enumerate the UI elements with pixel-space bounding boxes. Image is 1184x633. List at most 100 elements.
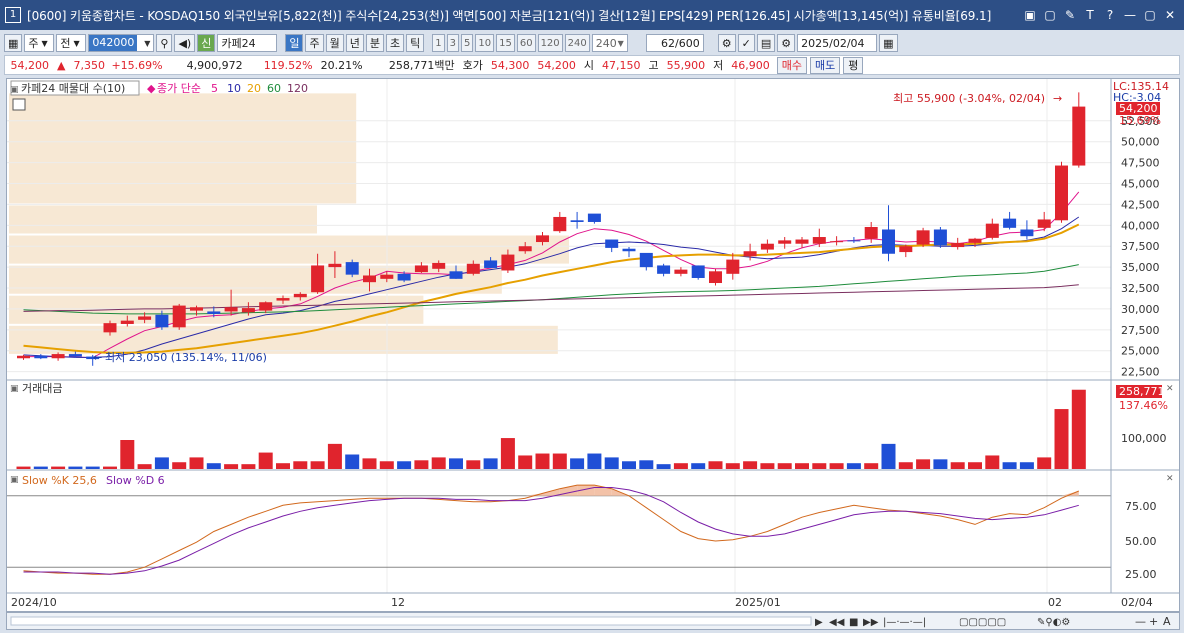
amount-bar	[708, 461, 723, 469]
eval-button[interactable]: 평	[843, 56, 864, 74]
speaker-icon[interactable]: ◀)	[174, 34, 196, 52]
amount-bar	[1037, 457, 1052, 469]
ma-period-20[interactable]: 20	[247, 82, 261, 95]
sell-button[interactable]: 매도	[809, 56, 841, 74]
interval-button[interactable]: 3	[446, 34, 459, 52]
candle-body	[536, 235, 549, 243]
forward-icon[interactable]: ▶▶	[863, 617, 879, 628]
reset-icon[interactable]: A	[1163, 615, 1171, 628]
candle-body	[207, 311, 221, 314]
candle-body	[311, 265, 325, 293]
amount-bar	[68, 466, 83, 469]
interval-button[interactable]: 15	[496, 34, 515, 52]
period-day-button[interactable]: 일	[285, 34, 304, 52]
stock-code-input[interactable]: 042000 ▼	[88, 34, 155, 52]
amount-bar	[604, 457, 619, 469]
date-field[interactable]: 2025/02/04	[797, 34, 878, 52]
price-tick: 47,500	[1121, 157, 1160, 170]
chart-area[interactable]: 52,500 50,000 47,500 45,000 42,500 40,000 37,5…	[6, 78, 1180, 612]
stoch-d-label[interactable]: Slow %D 6	[106, 474, 165, 487]
period-tick-button[interactable]: 틱	[406, 34, 425, 52]
zoom-out-icon[interactable]: —	[1135, 615, 1146, 628]
scroll-track[interactable]	[10, 616, 812, 626]
interval-button[interactable]: 240	[564, 34, 590, 52]
zoom-in-icon[interactable]: +	[1149, 615, 1158, 628]
collapse-icon[interactable]: ▣	[10, 384, 19, 394]
collapse-icon[interactable]: ▣	[10, 85, 19, 95]
volume-title[interactable]: 거래대금	[22, 382, 62, 395]
period-minute-button[interactable]: 분	[365, 34, 384, 52]
amount-bar	[310, 461, 325, 469]
ma-period-10[interactable]: 10	[227, 82, 241, 95]
period-select[interactable]: 주 ▼	[24, 34, 55, 52]
candle-body	[172, 305, 186, 328]
amount-bar	[137, 464, 152, 469]
buy-button[interactable]: 매수	[776, 56, 807, 74]
prev-select[interactable]: 전 ▼	[56, 34, 87, 52]
volume-profile-bar	[9, 205, 317, 234]
price-chart[interactable]: 52,50050,00047,50045,00042,50040,00037,5…	[7, 79, 1179, 611]
amount-bar	[154, 457, 169, 469]
candle-body	[933, 229, 947, 246]
amount-bar	[760, 463, 775, 469]
change-value: 7,350	[73, 58, 105, 72]
period-month-button[interactable]: 월	[325, 34, 344, 52]
price-tick: 50,000	[1121, 136, 1160, 149]
change-rate: +15.69%	[111, 58, 163, 72]
interval-select[interactable]: 240 ▼	[591, 34, 628, 52]
calendar-icon[interactable]: ▦	[879, 34, 898, 52]
tool-icons[interactable]: ✎⚲◐⚙	[1037, 617, 1070, 628]
window-number-icon[interactable]: 1	[5, 7, 21, 23]
amount-bar	[691, 463, 706, 469]
scroll-bar[interactable]: ▶ ◀◀ ■ ▶▶ |—·—·—| ▢▢▢▢▢ ✎⚲◐⚙ — + A	[6, 612, 1180, 630]
help-icon[interactable]: ?	[1102, 7, 1118, 23]
stock-name-field[interactable]: 카페24	[217, 34, 278, 52]
ma-label[interactable]: 종가 단순	[157, 82, 201, 95]
legend-name[interactable]: 카페24 매물대 수(10)	[21, 82, 125, 95]
close-pane-icon[interactable]: ✕	[1166, 384, 1174, 394]
draw-icon[interactable]: ✓	[737, 34, 755, 52]
layout-icons[interactable]: ▢▢▢▢▢	[959, 617, 1006, 628]
count-field[interactable]: 62/600	[645, 34, 704, 52]
save-icon[interactable]: ▤	[756, 34, 776, 52]
ma-period-60[interactable]: 60	[267, 82, 281, 95]
shin-badge[interactable]: 신	[197, 34, 216, 52]
scroll-right-icon[interactable]: ▶	[815, 617, 823, 628]
text-icon[interactable]: T	[1082, 7, 1098, 23]
close-icon[interactable]: ✕	[1162, 7, 1178, 23]
rewind-icon[interactable]: ◀◀	[829, 617, 845, 628]
interval-button[interactable]: 5	[460, 34, 474, 52]
ma-period-120[interactable]: 120	[287, 82, 308, 95]
table-icon[interactable]	[12, 98, 26, 111]
interval-button[interactable]: 120	[537, 34, 563, 52]
window-title: [0600] 키움종합차트 - KOSDAQ150 외국인보유[5,822(천)…	[27, 8, 992, 23]
close-pane-icon[interactable]: ✕	[1166, 474, 1174, 484]
collapse-icon[interactable]: ▣	[10, 475, 19, 485]
interval-button[interactable]: 10	[475, 34, 495, 52]
period-second-button[interactable]: 초	[385, 34, 405, 52]
maximize-icon[interactable]: ▢	[1142, 7, 1158, 23]
amount-bar	[570, 458, 585, 469]
period-week-button[interactable]: 주	[305, 34, 324, 52]
candle-body	[259, 302, 273, 311]
price-tick: 27,500	[1121, 324, 1160, 337]
layout-icon[interactable]: ▣	[1022, 7, 1038, 23]
pin-icon[interactable]: ✎	[1062, 7, 1078, 23]
candle-body	[899, 246, 913, 253]
grid-icon[interactable]: ▦	[4, 34, 23, 52]
window-icon[interactable]: ▢	[1042, 7, 1058, 23]
stop-icon[interactable]: ■	[849, 617, 858, 628]
amount-bar	[812, 463, 827, 469]
candle-body	[951, 242, 965, 248]
interval-button[interactable]: 60	[516, 34, 536, 52]
amount-bar	[829, 463, 844, 469]
stoch-k-label[interactable]: Slow %K 25,6	[22, 474, 97, 487]
zoom-slider-icon[interactable]: |—·—·—|	[883, 617, 926, 628]
ma-period-5[interactable]: 5	[211, 82, 218, 95]
period-year-button[interactable]: 년	[345, 34, 364, 52]
settings-icon[interactable]: ⚙	[777, 34, 796, 52]
indicator-icon[interactable]: ⚙	[717, 34, 736, 52]
minimize-icon[interactable]: —	[1122, 7, 1138, 23]
search-icon[interactable]: ⚲	[156, 34, 173, 52]
interval-button[interactable]: 1	[432, 34, 445, 52]
